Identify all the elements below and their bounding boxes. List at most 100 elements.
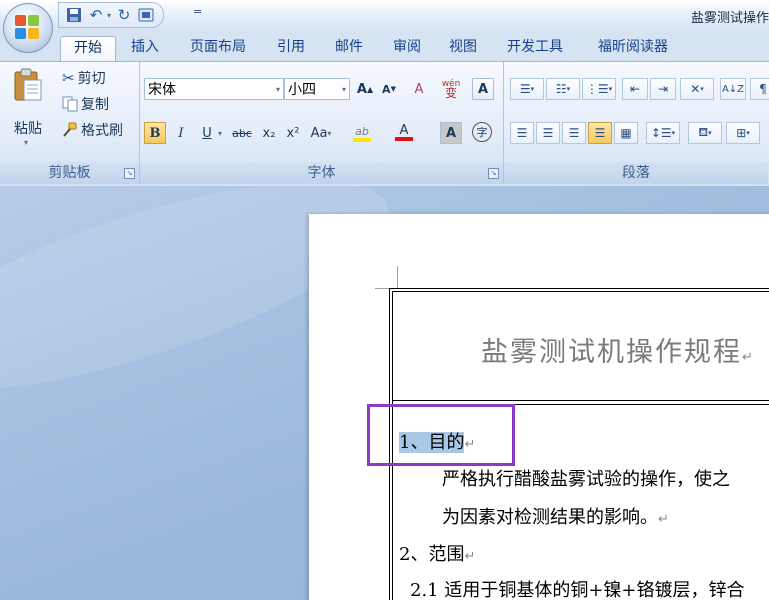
font-group: 宋体 ▾ 小四 ▾ A ▲ A ▼ A wén 变 A B I U ▾ abc x₂ … [140, 62, 504, 184]
scissors-icon: ✂ [62, 69, 75, 87]
undo-dropdown-icon[interactable]: ▾ [107, 11, 111, 20]
show-marks-button[interactable]: ¶ [750, 78, 769, 100]
italic-icon: I [178, 125, 184, 141]
borders-button[interactable]: ⊞ ▾ [726, 122, 760, 144]
clipboard-group-label: 剪贴板 [0, 162, 139, 184]
save-icon[interactable] [65, 6, 83, 24]
print-preview-icon[interactable] [137, 6, 155, 24]
document-heading: 盐雾测试机操作规程↵ [481, 330, 755, 369]
clear-format-icon: A [414, 81, 424, 97]
tab-view[interactable]: 视图 [440, 36, 486, 60]
line-spacing-button[interactable]: ↕☰ ▾ [646, 122, 680, 144]
numbered-list-icon: ☷ [555, 82, 567, 96]
font-color-button[interactable]: A [386, 122, 422, 144]
highlighter-icon: ab [355, 124, 369, 138]
align-left-button[interactable]: ☰ [510, 122, 534, 144]
distributed-icon: ▦ [620, 126, 632, 140]
multilevel-list-button[interactable]: ⋮☰ ▾ [582, 78, 616, 100]
char-border-button[interactable]: A [472, 78, 494, 100]
underline-button[interactable]: U [196, 122, 218, 144]
change-case-icon: Aa [310, 125, 328, 141]
underline-dropdown-icon[interactable]: ▾ [218, 129, 222, 138]
paragraph-group: ☰ ▾ ☷ ▾ ⋮☰ ▾ ⇤ ⇥ ✕ ▾ A↓Z ¶ ☰ ☰ ☰ ☰ ▦ ↕☰ ▾ ⛾ ▾ … [504, 62, 769, 184]
tab-mailings[interactable]: 邮件 [326, 36, 372, 60]
tab-home[interactable]: 开始 [60, 36, 116, 61]
clear-format-button[interactable]: A [408, 78, 430, 100]
font-name-value: 宋体 [148, 82, 176, 98]
strikethrough-button[interactable]: abc [228, 122, 256, 144]
paste-button[interactable]: 粘贴 ▾ [6, 68, 50, 148]
font-launcher-icon[interactable]: ↘ [488, 168, 499, 179]
superscript-icon: x² [286, 125, 300, 141]
bold-icon: B [149, 125, 161, 141]
italic-button[interactable]: I [170, 122, 192, 144]
grow-font-button[interactable]: A ▲ [354, 78, 376, 100]
paste-label: 粘贴 [14, 121, 42, 137]
tab-developer[interactable]: 开发工具 [497, 36, 573, 60]
tab-review[interactable]: 审阅 [384, 36, 430, 60]
section2-title[interactable]: 2、范围↵ [399, 540, 475, 566]
increase-indent-icon: ⇥ [657, 82, 669, 96]
font-color-icon: A [399, 123, 409, 138]
bullets-button[interactable]: ☰ ▾ [510, 78, 544, 100]
tab-page-layout[interactable]: 页面布局 [180, 36, 256, 60]
format-painter-button[interactable]: 格式刷 [62, 120, 123, 140]
align-left-icon: ☰ [516, 126, 528, 140]
grow-font-icon: A [356, 81, 367, 97]
bold-button[interactable]: B [144, 122, 166, 144]
cut-label: 剪切 [77, 71, 106, 87]
copy-button[interactable]: 复制 [62, 94, 109, 114]
shrink-font-button[interactable]: A ▼ [378, 78, 400, 100]
distributed-button[interactable]: ▦ [614, 122, 638, 144]
decrease-indent-icon: ⇤ [629, 82, 641, 96]
copy-label: 复制 [81, 97, 109, 113]
enclose-char-icon: 字 [476, 126, 488, 139]
align-right-icon: ☰ [568, 126, 580, 140]
undo-icon[interactable]: ↶ [87, 6, 105, 24]
font-name-dropdown-icon[interactable]: ▾ [276, 79, 280, 101]
tab-foxit-reader[interactable]: 福昕阅读器 [585, 36, 681, 60]
align-center-button[interactable]: ☰ [536, 122, 560, 144]
highlight-button[interactable]: ab [344, 122, 380, 144]
font-name-combo[interactable]: 宋体 ▾ [144, 78, 284, 100]
section1-line1[interactable]: 严格执行醋酸盐雾试验的操作，使之 [442, 465, 730, 491]
cut-button[interactable]: ✂ 剪切 [62, 68, 106, 88]
chinese-layout-button[interactable]: ✕ ▾ [680, 78, 714, 100]
sort-button[interactable]: A↓Z [720, 78, 746, 100]
char-shading-button[interactable]: A [440, 122, 462, 144]
paragraph-mark: ↵ [742, 350, 755, 365]
paste-dropdown-icon[interactable]: ▾ [24, 138, 28, 147]
increase-indent-button[interactable]: ⇥ [650, 78, 676, 100]
font-group-label: 字体 [140, 162, 503, 184]
clipboard-launcher-icon[interactable]: ↘ [124, 168, 135, 179]
numbering-button[interactable]: ☷ ▾ [546, 78, 580, 100]
decrease-indent-button[interactable]: ⇤ [622, 78, 648, 100]
strikethrough-icon: abc [232, 126, 252, 140]
tab-insert[interactable]: 插入 [122, 36, 168, 60]
redo-icon[interactable]: ↻ [115, 6, 133, 24]
enclose-char-button[interactable]: 字 [472, 122, 492, 142]
change-case-button[interactable]: Aa ▾ [306, 122, 336, 144]
office-button[interactable] [3, 3, 53, 53]
clipboard-group: 粘贴 ▾ ✂ 剪切 复制 格式刷 剪贴板 ↘ [0, 62, 140, 184]
paragraph-group-label: 段落 [504, 162, 768, 184]
font-size-dropdown-icon[interactable]: ▾ [342, 79, 346, 101]
justify-button[interactable]: ☰ [588, 122, 612, 144]
subscript-button[interactable]: x₂ [258, 122, 280, 144]
align-right-button[interactable]: ☰ [562, 122, 586, 144]
justify-icon: ☰ [594, 126, 606, 140]
section2-line1[interactable]: 2.1 适用于铜基体的铜+镍+铬镀层，锌合 [410, 576, 745, 600]
table-header-cell[interactable]: 盐雾测试机操作规程↵ [393, 292, 769, 401]
section1-line2-text: 为因素对检测结果的影响。 [442, 507, 658, 528]
brush-icon [62, 122, 78, 138]
tab-references[interactable]: 引用 [268, 36, 314, 60]
paragraph-mark: ↵ [658, 512, 669, 527]
section1-line2[interactable]: 为因素对检测结果的影响。↵ [442, 503, 669, 529]
paragraph-mark: ↵ [464, 549, 476, 564]
customize-qat-icon[interactable]: = [193, 5, 202, 18]
shading-button[interactable]: ⛾ ▾ [688, 122, 722, 144]
phonetic-guide-button[interactable]: wén 变 [440, 78, 462, 100]
font-size-combo[interactable]: 小四 ▾ [284, 78, 350, 100]
sort-icon: A↓Z [721, 83, 745, 95]
superscript-button[interactable]: x² [282, 122, 304, 144]
